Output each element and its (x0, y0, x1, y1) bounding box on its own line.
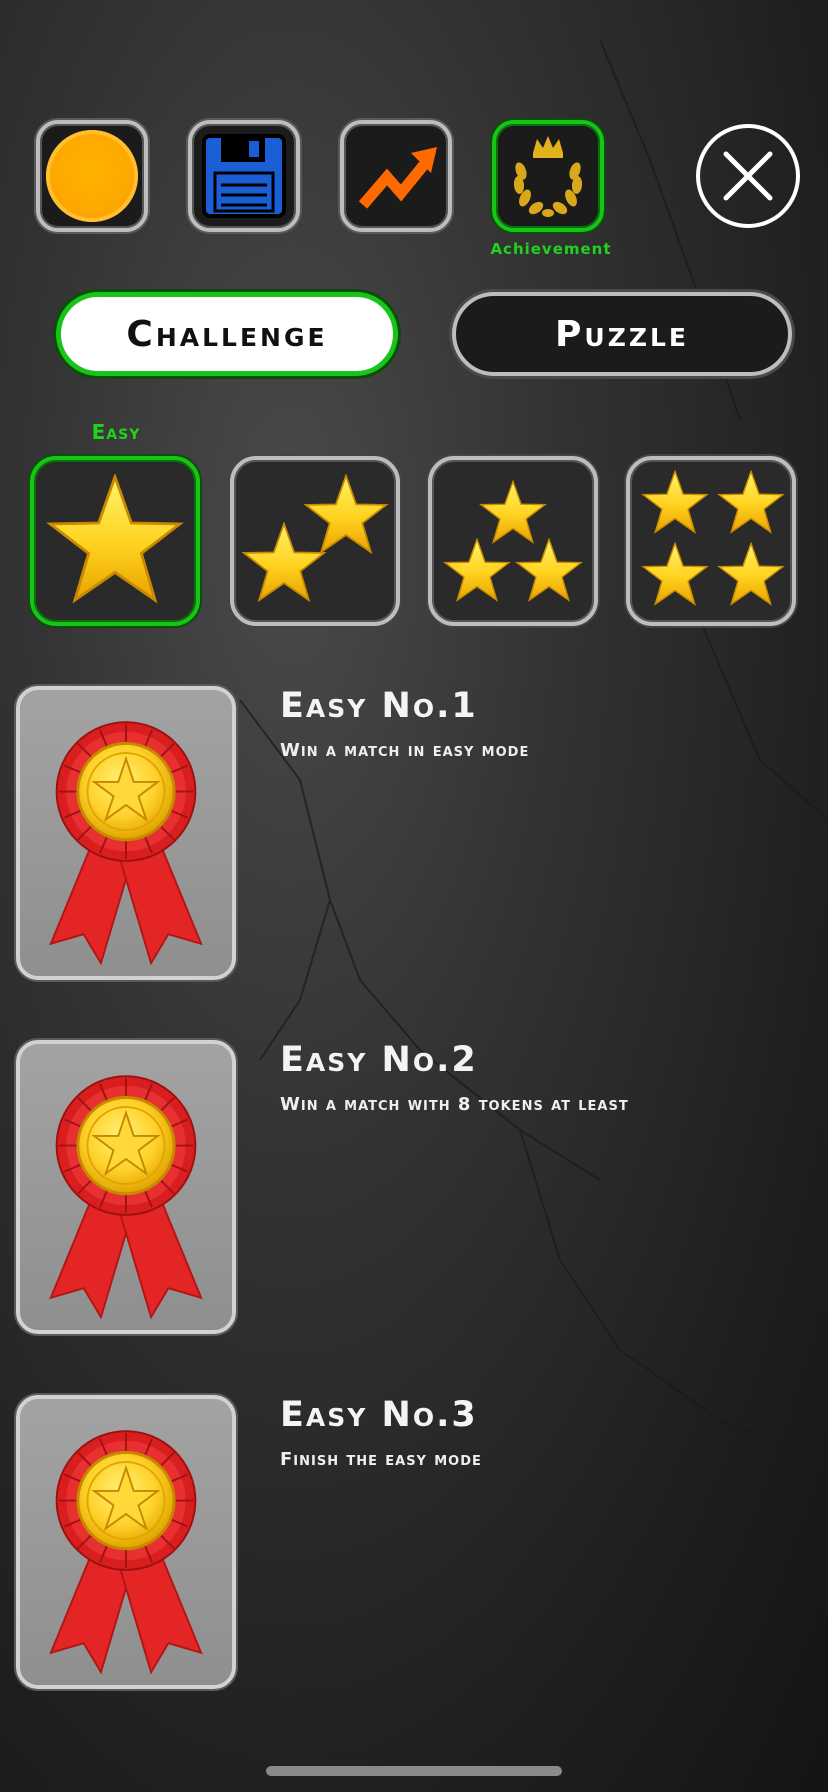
close-icon (723, 151, 773, 201)
achievement-3-badge (16, 1395, 236, 1689)
four-stars-icon (642, 470, 784, 605)
difficulty-hard-button[interactable] (428, 456, 598, 626)
achievement-3-title: Easy No.3 (280, 1395, 478, 1435)
laurel-crown-icon (513, 136, 583, 217)
achievement-button[interactable] (492, 120, 604, 232)
achievement-1-badge (16, 686, 236, 980)
close-button[interactable] (696, 124, 800, 228)
stats-button[interactable] (340, 120, 452, 232)
active-tab-label: Achievement (490, 240, 612, 258)
difficulty-medium-button[interactable] (230, 456, 400, 626)
puzzle-tab[interactable]: Puzzle (452, 292, 792, 376)
achievement-2-badge (16, 1040, 236, 1334)
achievement-1-title: Easy No.1 (280, 686, 478, 726)
challenge-label: Challenge (126, 313, 328, 355)
achievement-1-description: Win a match in easy mode (280, 740, 530, 761)
achievement-2-title: Easy No.2 (280, 1040, 478, 1080)
two-stars-icon (242, 474, 388, 602)
ribbon-medal-icon (49, 1429, 203, 1674)
floppy-disk-icon (202, 134, 286, 218)
puzzle-label: Puzzle (555, 313, 689, 355)
chart-arrow-icon (358, 147, 437, 209)
coin-icon (46, 130, 138, 222)
ribbon-medal-icon (49, 720, 203, 965)
coin-button[interactable] (36, 120, 148, 232)
difficulty-expert-button[interactable] (626, 456, 796, 626)
one-star-icon (48, 475, 182, 602)
save-button[interactable] (188, 120, 300, 232)
achievement-3-description: Finish the easy mode (280, 1449, 482, 1470)
ribbon-medal-icon (49, 1074, 203, 1319)
achievement-2-description: Win a match with 8 tokens at least (280, 1094, 629, 1115)
challenge-tab[interactable]: Challenge (56, 292, 398, 376)
three-stars-icon (444, 480, 582, 601)
home-indicator[interactable] (266, 1766, 562, 1776)
difficulty-selected-label: Easy (91, 420, 141, 444)
difficulty-easy-button[interactable] (30, 456, 200, 626)
